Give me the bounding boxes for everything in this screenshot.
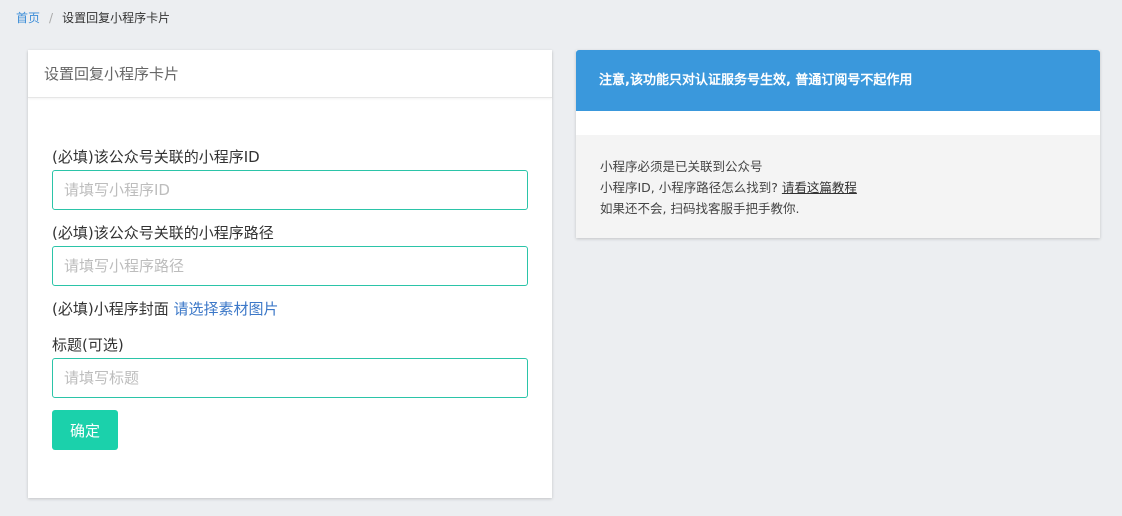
title-label: 标题(可选) (52, 336, 124, 354)
form-panel: 设置回复小程序卡片 (必填)该公众号关联的小程序ID (必填)该公众号关联的小程… (28, 50, 552, 498)
info-line-1: 小程序必须是已关联到公众号 (600, 159, 763, 174)
notice-spacer (576, 111, 1100, 135)
notice-banner: 注意,该功能只对认证服务号生效, 普通订阅号不起作用 (576, 50, 1100, 111)
path-input[interactable] (52, 246, 528, 286)
form-panel-title: 设置回复小程序卡片 (28, 50, 552, 98)
info-body: 小程序必须是已关联到公众号 小程序ID, 小程序路径怎么找到? 请看这篇教程 如… (576, 135, 1100, 219)
info-panel: 注意,该功能只对认证服务号生效, 普通订阅号不起作用 小程序必须是已关联到公众号… (576, 50, 1100, 238)
info-line-3: 如果还不会, 扫码找客服手把手教你. (600, 201, 800, 216)
select-cover-image-link[interactable]: 请选择素材图片 (174, 300, 279, 318)
appid-label: (必填)该公众号关联的小程序ID (52, 148, 260, 166)
confirm-button[interactable]: 确定 (52, 410, 118, 450)
breadcrumb: 首页 / 设置回复小程序卡片 (16, 10, 170, 26)
info-line-2: 小程序ID, 小程序路径怎么找到? 请看这篇教程 (600, 177, 1100, 198)
cover-label: (必填)小程序封面 (52, 300, 169, 318)
breadcrumb-current: 设置回复小程序卡片 (62, 11, 171, 25)
title-input[interactable] (52, 358, 528, 398)
cover-field: (必填)小程序封面 请选择素材图片 (52, 299, 279, 319)
info-line-2-text: 小程序ID, 小程序路径怎么找到? (600, 180, 782, 195)
breadcrumb-home-link[interactable]: 首页 (16, 10, 40, 26)
appid-input[interactable] (52, 170, 528, 210)
breadcrumb-separator: / (49, 11, 54, 25)
path-label: (必填)该公众号关联的小程序路径 (52, 224, 274, 242)
tutorial-link[interactable]: 请看这篇教程 (782, 180, 857, 195)
